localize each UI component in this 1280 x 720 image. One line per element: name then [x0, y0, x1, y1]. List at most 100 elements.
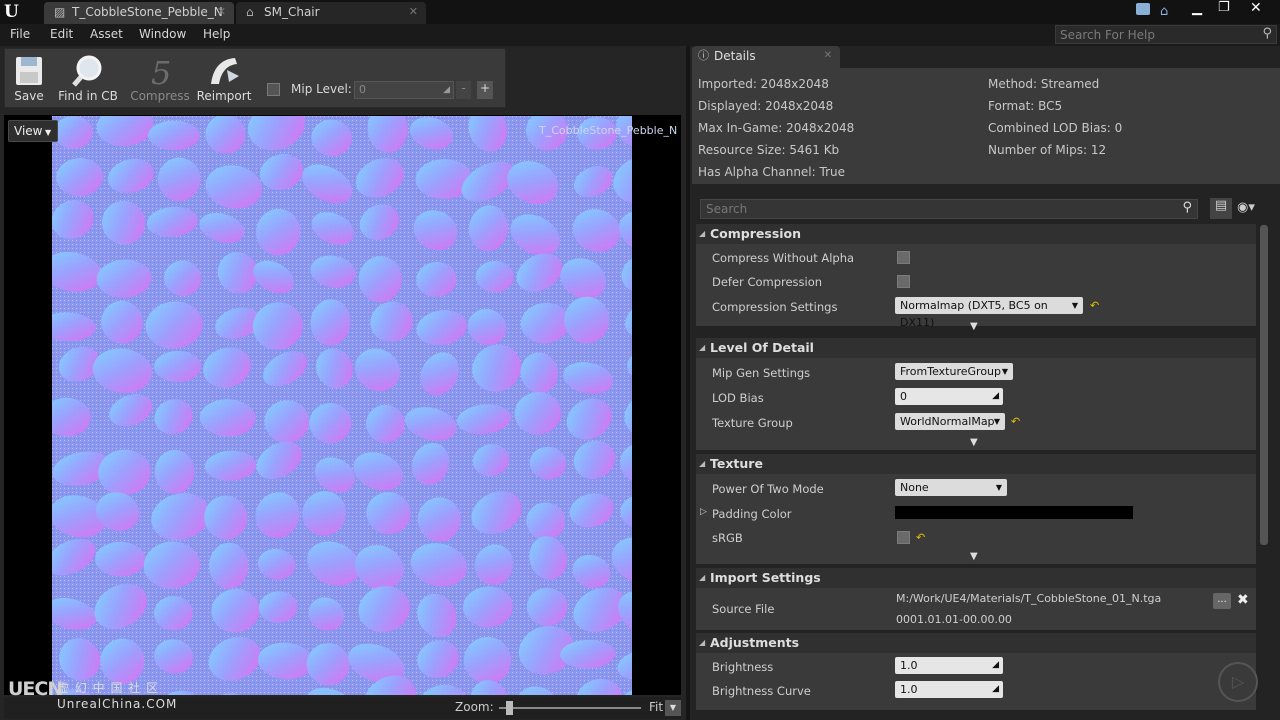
category-import-settings[interactable]: Import Settings [696, 568, 1256, 588]
compression-settings-dropdown[interactable]: Normalmap (DXT5, BC5 on DX11) ▼ [895, 297, 1083, 329]
texture-preview-image [52, 116, 632, 695]
category-texture[interactable]: Texture [696, 454, 1256, 474]
tab-mesh-editor[interactable]: ⌂ SM_Chair ✕ [236, 2, 426, 24]
details-icon: ⓘ [698, 49, 709, 62]
zoom-label: Zoom: [455, 700, 494, 714]
lod-bias-value: 0 [900, 390, 907, 403]
mip-level-checkbox[interactable] [267, 83, 280, 96]
restore-icon[interactable]: ❐ [1218, 0, 1230, 15]
info-resource-size: Resource Size: 5461 Kb [698, 143, 840, 157]
find-in-cb-button[interactable]: Find in CB [53, 52, 123, 106]
reset-to-default-icon[interactable]: ↶ [1090, 299, 1099, 312]
reset-to-default-icon[interactable]: ↶ [1011, 415, 1020, 428]
details-search-input[interactable]: Search ⚲ [700, 199, 1198, 219]
brightness-curve-field[interactable]: 1.0 ◢ [895, 681, 1003, 698]
close-icon[interactable]: ✕ [824, 46, 832, 66]
zoom-mode-label[interactable]: Fit [649, 700, 663, 714]
close-window-icon[interactable]: ✕ [1250, 0, 1262, 16]
padding-color-label: Padding Color [712, 507, 792, 521]
category-adjustments[interactable]: Adjustments [696, 633, 1256, 653]
graduation-cap-icon[interactable]: ⌂ [1160, 4, 1168, 19]
padding-color-swatch[interactable] [895, 506, 1133, 519]
mip-increment-button[interactable]: + [477, 81, 493, 99]
compress-without-alpha-checkbox[interactable] [897, 251, 910, 264]
clear-icon[interactable]: ✖ [1237, 592, 1249, 608]
advanced-expander-icon[interactable]: ▼ [970, 551, 978, 562]
details-tab-label: Details [714, 49, 756, 63]
lod-bias-field[interactable]: 0 ◢ [895, 388, 1003, 405]
property-matrix-icon[interactable]: ▤ [1210, 198, 1232, 219]
compress-icon: 5 [151, 54, 171, 88]
mip-level-label: Mip Level: [291, 82, 352, 96]
category-compression[interactable]: Compression [696, 224, 1256, 244]
menu-asset[interactable]: Asset [90, 27, 123, 41]
zoom-slider-track[interactable] [499, 707, 641, 709]
srgb-label: sRGB [712, 531, 743, 545]
chat-icon[interactable] [1136, 3, 1150, 15]
tab-details[interactable]: ⓘ Details ✕ [692, 46, 840, 68]
minimize-icon[interactable]: ▁ [1192, 1, 1202, 16]
menu-file[interactable]: File [10, 27, 30, 41]
reimport-button[interactable]: Reimport [189, 52, 259, 106]
details-scrollbar[interactable] [1260, 225, 1268, 545]
lod-bias-label: LOD Bias [712, 391, 764, 405]
compress-button[interactable]: 5 Compress [125, 52, 195, 106]
info-format: Format: BC5 [988, 99, 1063, 113]
menu-window[interactable]: Window [139, 27, 186, 41]
search-help-input[interactable]: Search For Help ⚲ [1055, 25, 1277, 44]
source-file-timestamp: 0001.01.01-00.00.00 [896, 613, 1012, 626]
expand-arrow-icon[interactable]: ▷ [700, 507, 707, 517]
normal-map-pattern [52, 116, 632, 695]
find-in-cb-label: Find in CB [58, 89, 118, 103]
info-method: Method: Streamed [988, 77, 1100, 91]
reset-to-default-icon[interactable]: ↶ [916, 531, 925, 544]
tab-texture-editor[interactable]: ▨ T_CobbleStone_Pebble_N ✕ [44, 2, 234, 24]
mip-gen-settings-value: FromTextureGroup [900, 365, 1002, 378]
close-icon[interactable]: ✕ [409, 2, 418, 22]
watermark-cn: 虚 幻 中 国 社 区 [57, 681, 160, 695]
view-menu-button[interactable]: View ▼ [8, 120, 58, 142]
info-max-ingame: Max In-Game: 2048x2048 [698, 121, 855, 135]
watermark-logo: UECN [8, 678, 63, 700]
texture-group-dropdown[interactable]: WorldNormalMap ▼ [895, 413, 1005, 430]
unreal-logo-icon[interactable]: U [4, 2, 24, 22]
info-displayed: Displayed: 2048x2048 [698, 99, 834, 113]
texture-group-value: WorldNormalMap [900, 415, 995, 428]
mip-level-field[interactable]: 0 ◢ [354, 81, 454, 99]
info-imported: Imported: 2048x2048 [698, 77, 829, 91]
drag-handle-icon: ◢ [992, 391, 999, 401]
search-icon: ⚲ [1262, 26, 1272, 41]
drag-handle-icon: ◢ [992, 660, 999, 670]
source-file-label: Source File [712, 602, 775, 616]
menu-help[interactable]: Help [203, 27, 230, 41]
chevron-down-icon: ▼ [995, 483, 1002, 492]
eye-visibility-icon[interactable]: ◉▾ [1237, 200, 1255, 215]
chevron-down-icon: ▼ [1001, 367, 1008, 376]
magnifier-icon [72, 55, 102, 87]
details-search-placeholder: Search [706, 202, 748, 216]
brightness-curve-value: 1.0 [900, 683, 918, 696]
pebble-shape [148, 120, 200, 151]
browse-button[interactable]: ... [1213, 593, 1231, 609]
srgb-checkbox[interactable] [897, 531, 910, 544]
info-num-mips: Number of Mips: 12 [988, 143, 1107, 157]
zoom-mode-dropdown-icon[interactable]: ▼ [665, 700, 681, 716]
category-level-of-detail[interactable]: Level Of Detail [696, 338, 1256, 358]
info-has-alpha: Has Alpha Channel: True [698, 165, 845, 179]
pebble-shape [101, 300, 143, 344]
close-icon[interactable]: ✕ [217, 2, 226, 22]
brightness-field[interactable]: 1.0 ◢ [895, 657, 1003, 674]
defer-compression-checkbox[interactable] [897, 275, 910, 288]
play-overlay-icon: ▷ [1218, 662, 1258, 702]
texture-name-overlay: T_CobbleStone_Pebble_N [539, 124, 678, 137]
mip-decrement-button[interactable]: - [456, 81, 471, 99]
svg-text:5: 5 [151, 54, 171, 88]
compress-label: Compress [130, 89, 190, 103]
advanced-expander-icon[interactable]: ▼ [970, 321, 978, 332]
menu-edit[interactable]: Edit [50, 27, 73, 41]
source-file-path: M:/Work/UE4/Materials/T_CobbleStone_01_N… [896, 592, 1162, 605]
advanced-expander-icon[interactable]: ▼ [970, 437, 978, 448]
power-of-two-dropdown[interactable]: None ▼ [895, 479, 1007, 496]
mip-gen-settings-dropdown[interactable]: FromTextureGroup ▼ [895, 363, 1013, 380]
zoom-slider-handle[interactable] [506, 701, 513, 715]
